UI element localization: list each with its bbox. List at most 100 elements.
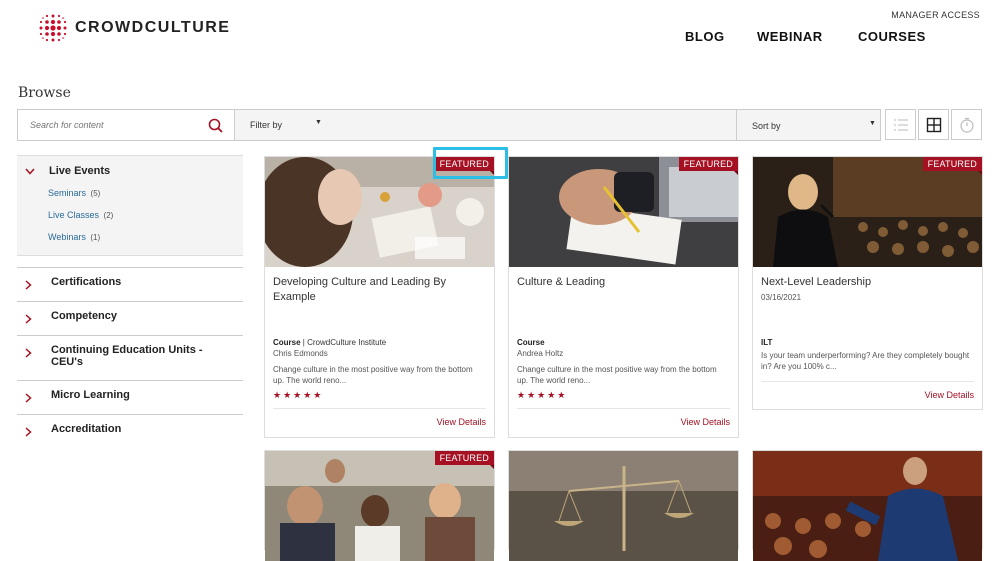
- card-type: ILT: [761, 338, 772, 347]
- card-image: [509, 157, 738, 267]
- sidebar-subitem-live-classes[interactable]: Live Classes (2): [48, 210, 113, 220]
- sidebar-item-label: Live Events: [49, 165, 111, 177]
- list-view-button[interactable]: [885, 109, 916, 140]
- card-image: [753, 451, 982, 561]
- card-description: Change culture in the most positive way …: [517, 365, 717, 385]
- star-rating: ★★★★★: [273, 390, 324, 400]
- card-photo-writing: [509, 157, 738, 267]
- card-type: Course | CrowdCulture Institute: [273, 338, 387, 347]
- sidebar-item-certifications[interactable]: Certifications: [17, 267, 243, 301]
- card-org: CrowdCulture Institute: [307, 338, 387, 347]
- card-type-label: Course: [517, 338, 545, 347]
- chevron-right-icon: [25, 348, 32, 358]
- nav-courses[interactable]: COURSES: [858, 29, 926, 44]
- content-card[interactable]: FEATURED Next-Level Leadership 03/16/202…: [752, 156, 983, 410]
- chevron-right-icon: [25, 280, 32, 290]
- caret-down-icon: ▼: [869, 120, 876, 127]
- content-card[interactable]: [508, 450, 739, 561]
- chevron-right-icon: [25, 393, 32, 403]
- card-title[interactable]: Developing Culture and Leading By Exampl…: [273, 275, 483, 305]
- subitem-label: Seminars: [48, 188, 87, 198]
- sidebar-item-accreditation[interactable]: Accreditation: [17, 414, 243, 448]
- nav-webinar[interactable]: WEBINAR: [757, 29, 823, 44]
- logo-text-crowd: CROWD: [75, 19, 145, 36]
- star-rating: ★★★★★: [517, 390, 568, 400]
- subitem-label: Webinars: [48, 232, 86, 242]
- card-divider: [517, 408, 730, 409]
- card-description: Is your team underperforming? Are they c…: [761, 351, 970, 371]
- sidebar-item-ceu[interactable]: Continuing Education Units - CEU's: [17, 335, 243, 380]
- sidebar-item-label: Competency: [51, 310, 118, 322]
- subitem-count: (2): [103, 211, 114, 220]
- filter-label: Filter by: [250, 120, 283, 130]
- card-divider: [273, 408, 486, 409]
- featured-badge: FEATURED: [922, 157, 983, 175]
- card-photo-meeting: [265, 451, 494, 561]
- view-details-link[interactable]: View Details: [925, 390, 974, 400]
- card-date: 03/16/2021: [761, 293, 802, 302]
- grid-view-button[interactable]: [918, 109, 949, 140]
- browse-title: Browse: [18, 85, 71, 101]
- card-type: Course: [517, 338, 545, 347]
- grid-view-icon: [926, 117, 942, 133]
- logo-dots-icon: [39, 14, 67, 42]
- sort-dropdown[interactable]: Sort by ▼: [737, 109, 881, 141]
- card-title[interactable]: Culture & Leading: [517, 275, 727, 290]
- view-details-link[interactable]: View Details: [681, 417, 730, 427]
- stopwatch-icon: [960, 117, 974, 133]
- crowdculture-logo[interactable]: CROWDCULTURE: [37, 12, 230, 44]
- sidebar-item-label: Continuing Education Units - CEU's: [51, 344, 203, 368]
- sort-label: Sort by: [752, 121, 781, 131]
- card-type-label: Course: [273, 338, 301, 347]
- site-header: CROWDCULTURE MANAGER ACCESS BLOG WEBINAR…: [0, 0, 1000, 80]
- logo-text-culture: CULTURE: [144, 19, 231, 36]
- sidebar-live-events: Live Events Seminars (5) Live Classes (2…: [17, 155, 243, 256]
- sidebar-item-label: Certifications: [51, 276, 122, 288]
- chevron-right-icon: [25, 314, 32, 324]
- card-title[interactable]: Next-Level Leadership: [761, 275, 971, 290]
- subitem-label: Live Classes: [48, 210, 100, 220]
- featured-badge: FEATURED: [434, 451, 495, 469]
- card-author: Andrea Holtz: [517, 349, 564, 358]
- content-card[interactable]: FEATURED: [264, 450, 495, 561]
- list-view-icon: [894, 119, 908, 131]
- sidebar-item-micro-learning[interactable]: Micro Learning: [17, 380, 243, 414]
- card-image: [753, 157, 982, 267]
- nav-blog[interactable]: BLOG: [685, 29, 725, 44]
- sidebar-item-label: Micro Learning: [51, 389, 130, 401]
- subitem-count: (5): [90, 189, 101, 198]
- card-type-label: ILT: [761, 338, 773, 347]
- card-photo-scales: [509, 451, 738, 561]
- content-card[interactable]: FEATURED Developing Culture and Leading …: [264, 156, 495, 438]
- card-divider: [761, 381, 974, 382]
- category-sidebar: Live Events Seminars (5) Live Classes (2…: [17, 155, 243, 437]
- featured-badge: FEATURED: [678, 157, 739, 175]
- subitem-count: (1): [90, 233, 101, 242]
- card-author: Chris Edmonds: [273, 349, 328, 358]
- search-input[interactable]: [30, 116, 200, 134]
- caret-down-icon: ▼: [315, 119, 322, 126]
- content-card[interactable]: [752, 450, 983, 561]
- logo-text: CROWDCULTURE: [75, 19, 230, 37]
- highlight-box: [433, 147, 508, 179]
- card-image: [265, 451, 494, 561]
- sidebar-item-competency[interactable]: Competency: [17, 301, 243, 335]
- sidebar-subitem-seminars[interactable]: Seminars (5): [48, 188, 100, 198]
- sidebar-item-label: Accreditation: [51, 423, 122, 435]
- manager-access-link[interactable]: MANAGER ACCESS: [891, 10, 980, 20]
- sidebar-subitem-webinars[interactable]: Webinars (1): [48, 232, 100, 242]
- card-description: Change culture in the most positive way …: [273, 365, 473, 385]
- card-photo-presenter: [753, 451, 982, 561]
- content-card[interactable]: FEATURED Culture & Leading Course Andrea…: [508, 156, 739, 438]
- browse-toolbar: Filter by ▼: [17, 109, 737, 141]
- timeline-view-button[interactable]: [951, 109, 982, 140]
- search-icon[interactable]: [208, 118, 223, 133]
- card-photo-speaker: [753, 157, 982, 267]
- card-image: [509, 451, 738, 561]
- chevron-down-icon: [25, 168, 35, 175]
- filter-dropdown[interactable]: Filter by ▼: [235, 110, 375, 140]
- view-details-link[interactable]: View Details: [437, 417, 486, 427]
- search-box: [18, 110, 235, 140]
- chevron-right-icon: [25, 427, 32, 437]
- sidebar-item-live-events[interactable]: Live Events: [25, 165, 110, 177]
